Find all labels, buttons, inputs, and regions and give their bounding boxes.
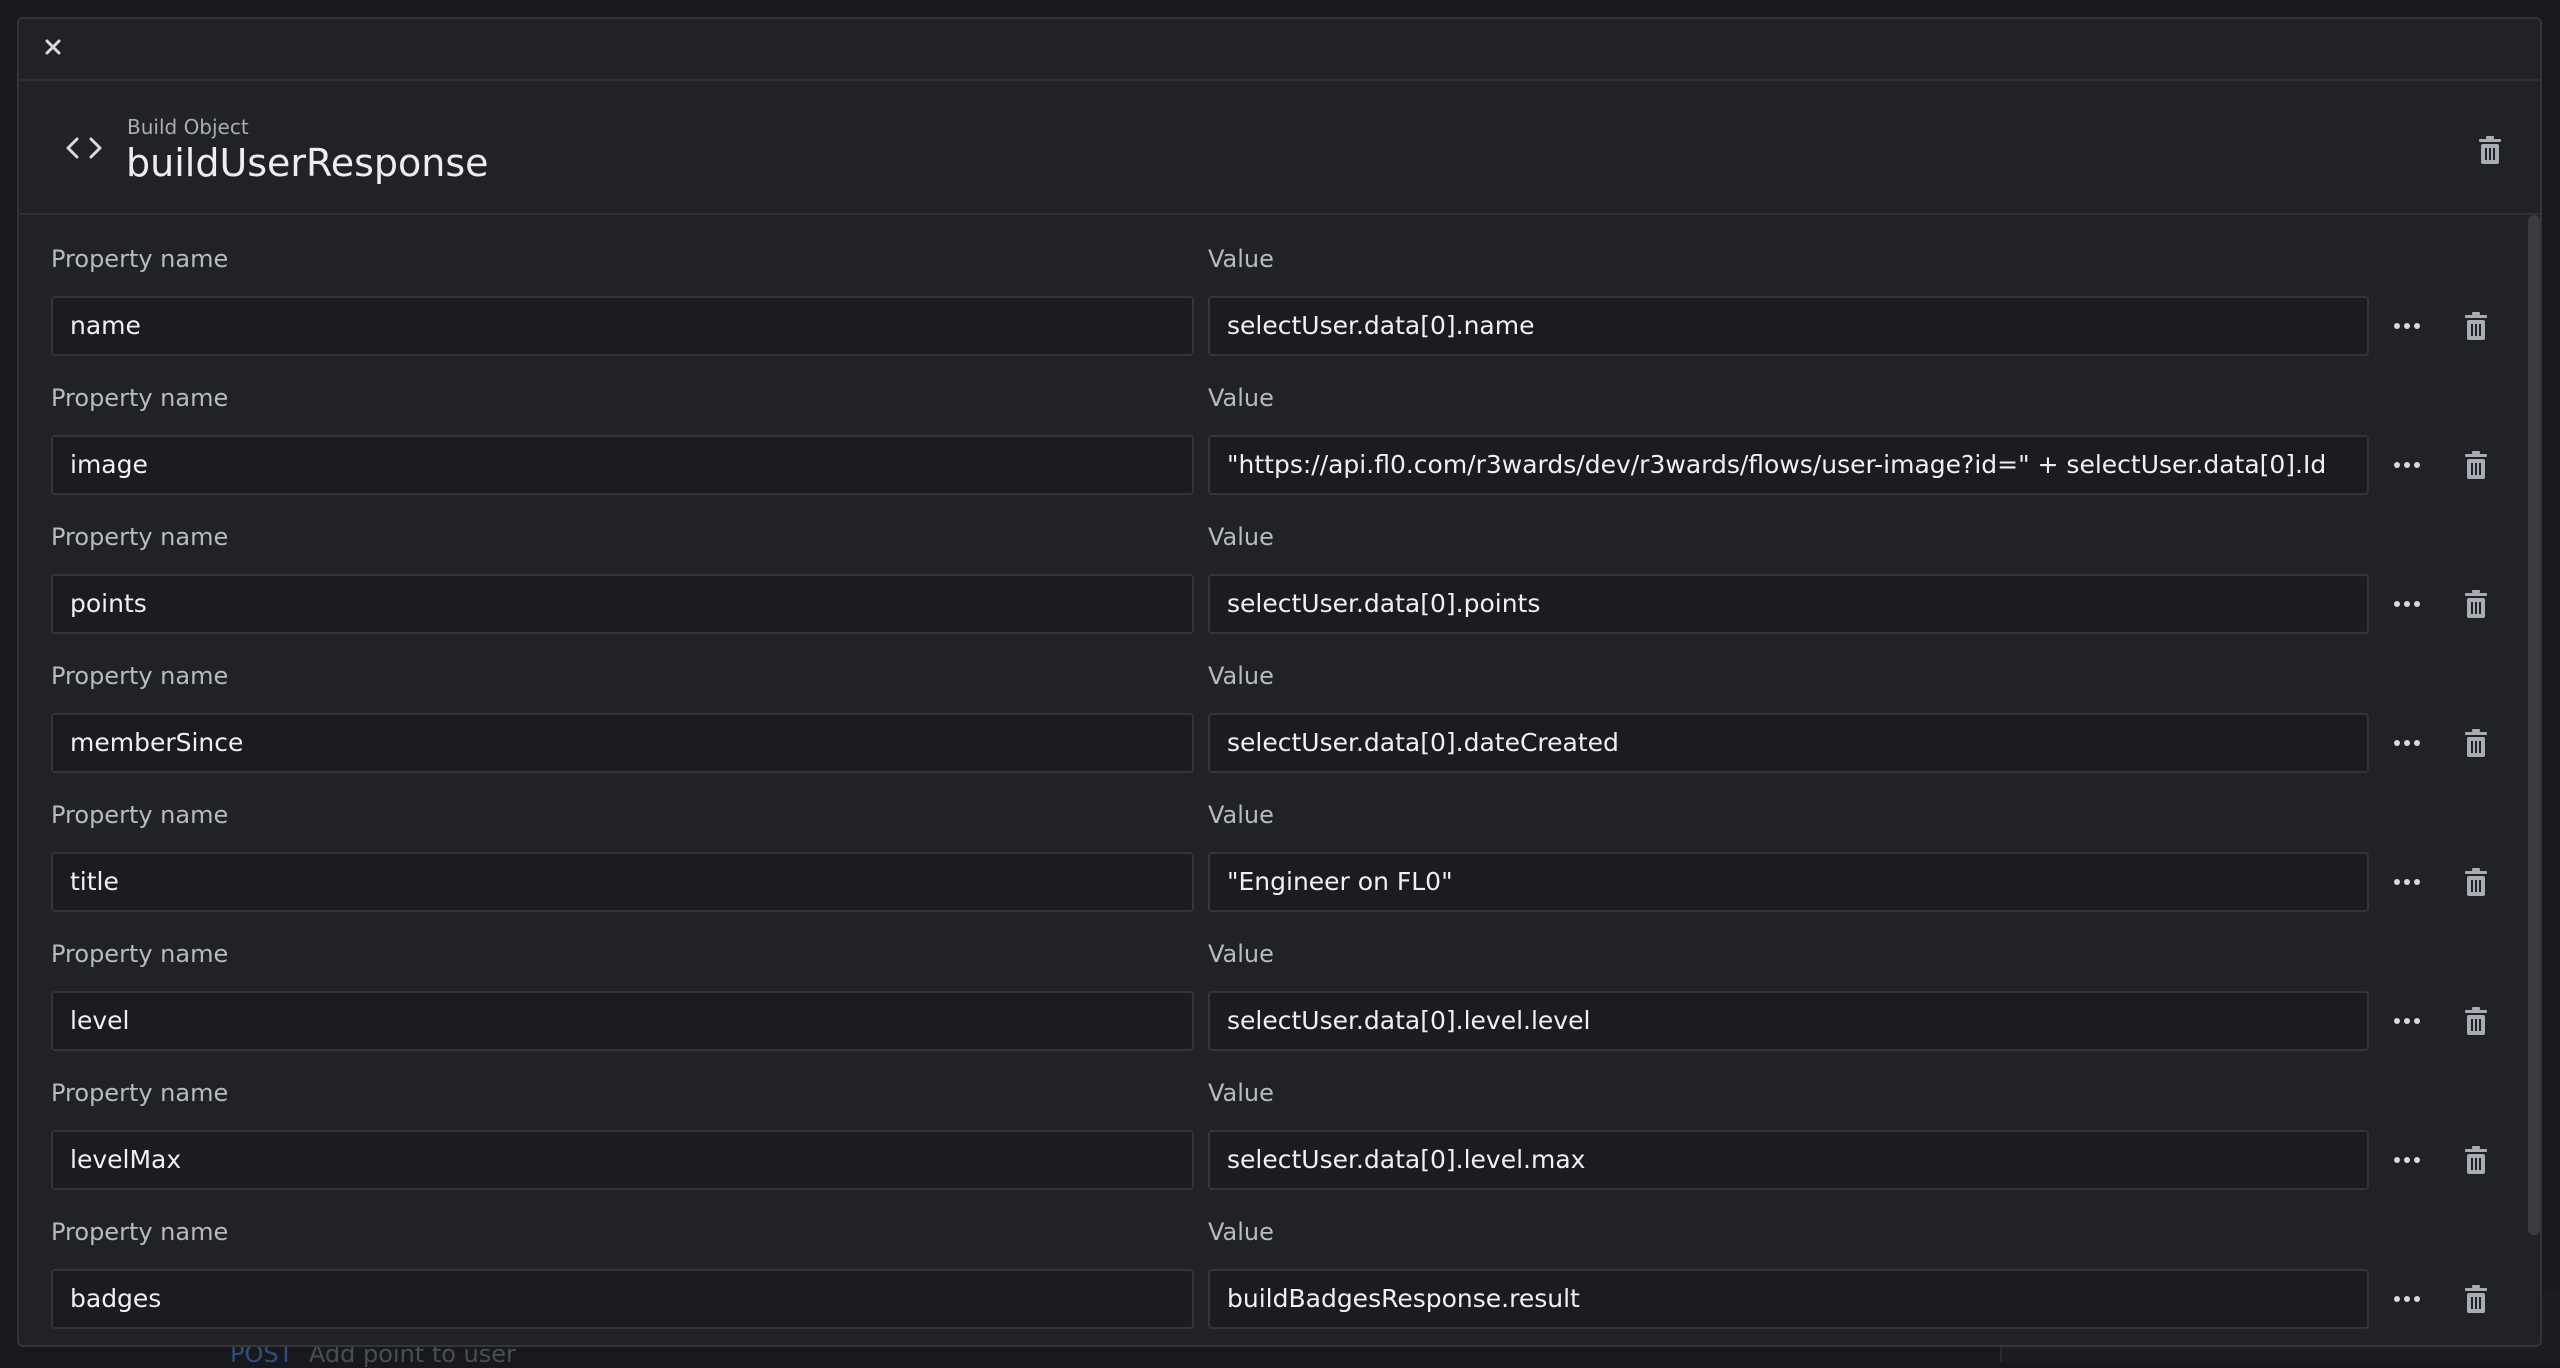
more-options-icon[interactable] [2389, 728, 2425, 758]
delete-property-trash-icon[interactable] [2460, 1282, 2492, 1316]
value-label: Value [1208, 940, 1274, 968]
value-label: Value [1208, 662, 1274, 690]
delete-property-trash-icon[interactable] [2460, 587, 2492, 621]
delete-property-trash-icon[interactable] [2460, 1143, 2492, 1177]
property-value-input[interactable]: selectUser.data[0].points [1208, 574, 2369, 634]
property-row: Property name Value levelMax selectUser.… [19, 1049, 2519, 1190]
more-options-icon[interactable] [2389, 311, 2425, 341]
property-name-input[interactable]: badges [51, 1269, 1194, 1329]
property-name-label: Property name [51, 1079, 229, 1107]
property-row: Property name Value name selectUser.data… [19, 215, 2519, 356]
property-name-input[interactable]: name [51, 296, 1194, 356]
property-name-label: Property name [51, 245, 229, 273]
dialog-header: Build Object buildUserResponse [19, 81, 2540, 215]
build-object-dialog: Build Object buildUserResponse Property … [17, 17, 2542, 1347]
property-value-input[interactable]: selectUser.data[0].dateCreated [1208, 713, 2369, 773]
property-name-label: Property name [51, 1218, 229, 1246]
property-value-input[interactable]: selectUser.data[0].level.max [1208, 1130, 2369, 1190]
delete-property-trash-icon[interactable] [2460, 1004, 2492, 1038]
delete-property-trash-icon[interactable] [2460, 309, 2492, 343]
property-row: Property name Value badges buildBadgesRe… [19, 1188, 2519, 1329]
more-options-icon[interactable] [2389, 1284, 2425, 1314]
delete-property-trash-icon[interactable] [2460, 726, 2492, 760]
close-icon[interactable] [37, 31, 69, 63]
more-options-icon[interactable] [2389, 1145, 2425, 1175]
property-row: Property name Value title "Engineer on F… [19, 771, 2519, 912]
delete-property-trash-icon[interactable] [2460, 865, 2492, 899]
value-label: Value [1208, 523, 1274, 551]
property-value-input[interactable]: "Engineer on FL0" [1208, 852, 2369, 912]
property-name-label: Property name [51, 384, 229, 412]
more-options-icon[interactable] [2389, 589, 2425, 619]
property-name-input[interactable]: level [51, 991, 1194, 1051]
property-value-input[interactable]: buildBadgesResponse.result [1208, 1269, 2369, 1329]
property-name-input[interactable]: points [51, 574, 1194, 634]
value-label: Value [1208, 1079, 1274, 1107]
more-options-icon[interactable] [2389, 1006, 2425, 1036]
more-options-icon[interactable] [2389, 450, 2425, 480]
dialog-top-bar [19, 19, 2540, 81]
property-name-input[interactable]: image [51, 435, 1194, 495]
property-row: Property name Value level selectUser.dat… [19, 910, 2519, 1051]
delete-property-trash-icon[interactable] [2460, 448, 2492, 482]
property-name-label: Property name [51, 662, 229, 690]
property-name-input[interactable]: title [51, 852, 1194, 912]
value-label: Value [1208, 245, 1274, 273]
property-value-input[interactable]: selectUser.data[0].level.level [1208, 991, 2369, 1051]
value-label: Value [1208, 1218, 1274, 1246]
property-row: Property name Value image "https://api.f… [19, 354, 2519, 495]
value-label: Value [1208, 384, 1274, 412]
node-type-label: Build Object [127, 115, 249, 139]
property-name-input[interactable]: memberSince [51, 713, 1194, 773]
property-value-input[interactable]: "https://api.fl0.com/r3wards/dev/r3wards… [1208, 435, 2369, 495]
property-name-label: Property name [51, 523, 229, 551]
property-name-label: Property name [51, 801, 229, 829]
property-row: Property name Value points selectUser.da… [19, 493, 2519, 634]
node-title: buildUserResponse [126, 141, 489, 185]
delete-node-trash-icon[interactable] [2473, 133, 2507, 167]
vertical-scrollbar[interactable] [2528, 215, 2540, 1235]
value-label: Value [1208, 801, 1274, 829]
property-name-label: Property name [51, 940, 229, 968]
more-options-icon[interactable] [2389, 867, 2425, 897]
property-value-input[interactable]: selectUser.data[0].name [1208, 296, 2369, 356]
property-row: Property name Value memberSince selectUs… [19, 632, 2519, 773]
code-icon [66, 137, 102, 159]
property-name-input[interactable]: levelMax [51, 1130, 1194, 1190]
